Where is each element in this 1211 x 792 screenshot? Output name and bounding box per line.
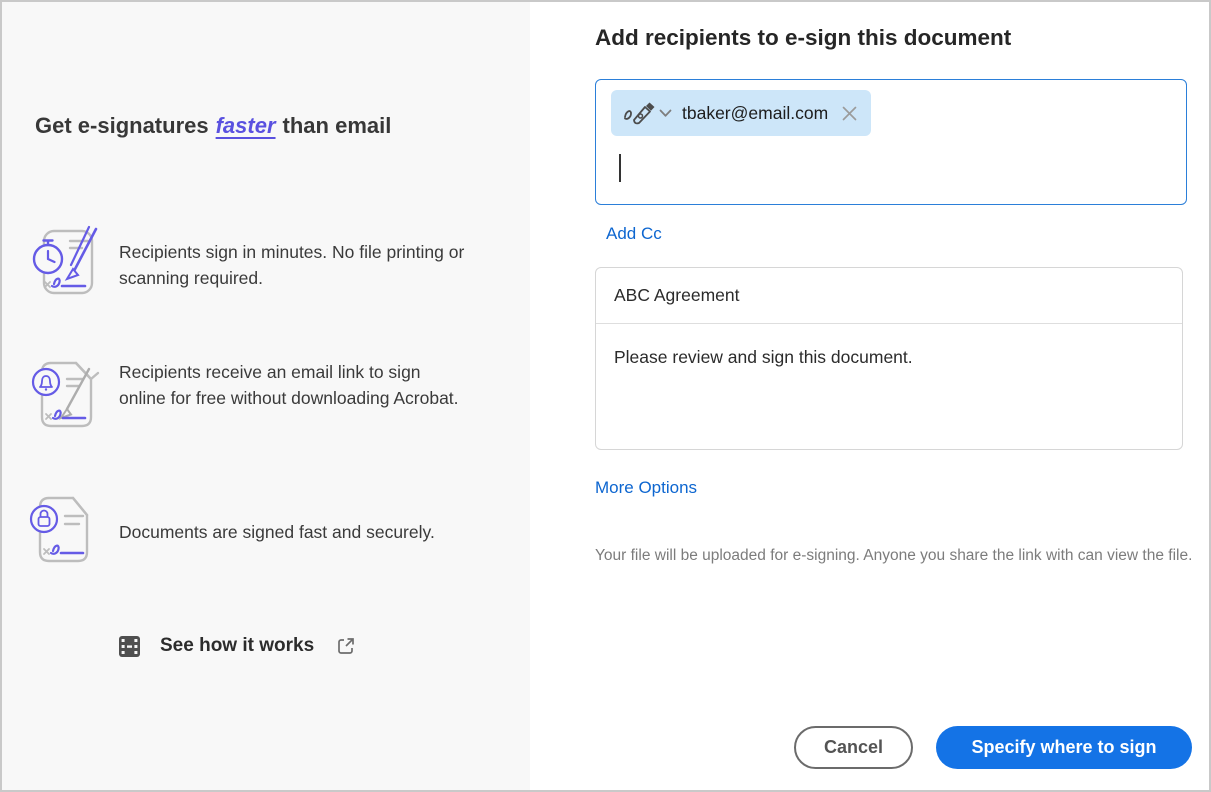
external-link-icon — [336, 636, 356, 656]
faster-link[interactable]: faster — [216, 113, 276, 138]
upload-disclaimer: Your file will be uploaded for e-signing… — [595, 545, 1195, 567]
see-how-it-works-link[interactable]: See how it works — [119, 632, 356, 660]
feature-text-2: Recipients receive an email link to sign… — [119, 359, 471, 411]
headline-post: than email — [283, 113, 392, 138]
video-icon — [119, 636, 140, 657]
message-field[interactable]: Please review and sign this document. — [596, 324, 1182, 450]
timer-signature-document-icon — [27, 225, 109, 303]
add-cc-link[interactable]: Add Cc — [606, 224, 662, 244]
text-caret — [619, 154, 621, 182]
esign-dialog: Get e-signatures faster than email Recipie… — [0, 0, 1211, 792]
recipients-input[interactable]: tbaker@email.com — [595, 79, 1187, 205]
feature-text-1: Recipients sign in minutes. No file prin… — [119, 239, 471, 291]
notification-signature-document-icon — [27, 357, 103, 435]
subject-message-card: Please review and sign this document. — [595, 267, 1183, 450]
signature-pen-icon — [623, 99, 655, 127]
specify-where-to-sign-button[interactable]: Specify where to sign — [936, 726, 1192, 769]
promo-panel: Get e-signatures faster than email Recipie… — [2, 2, 530, 790]
feature-text-3: Documents are signed fast and securely. — [119, 519, 509, 545]
secure-signed-document-icon — [27, 492, 97, 570]
dialog-title: Add recipients to e-sign this document — [595, 25, 1155, 51]
remove-recipient-icon[interactable] — [842, 106, 857, 121]
chevron-down-icon[interactable] — [659, 109, 672, 118]
subject-field[interactable] — [596, 268, 1182, 323]
recipient-email: tbaker@email.com — [682, 103, 828, 124]
promo-headline: Get e-signatures faster than email — [35, 113, 505, 139]
recipient-chip[interactable]: tbaker@email.com — [611, 90, 871, 136]
see-how-it-works-label: See how it works — [160, 635, 314, 657]
cancel-button[interactable]: Cancel — [794, 726, 913, 769]
more-options-link[interactable]: More Options — [595, 478, 697, 498]
headline-pre: Get e-signatures — [35, 113, 209, 138]
